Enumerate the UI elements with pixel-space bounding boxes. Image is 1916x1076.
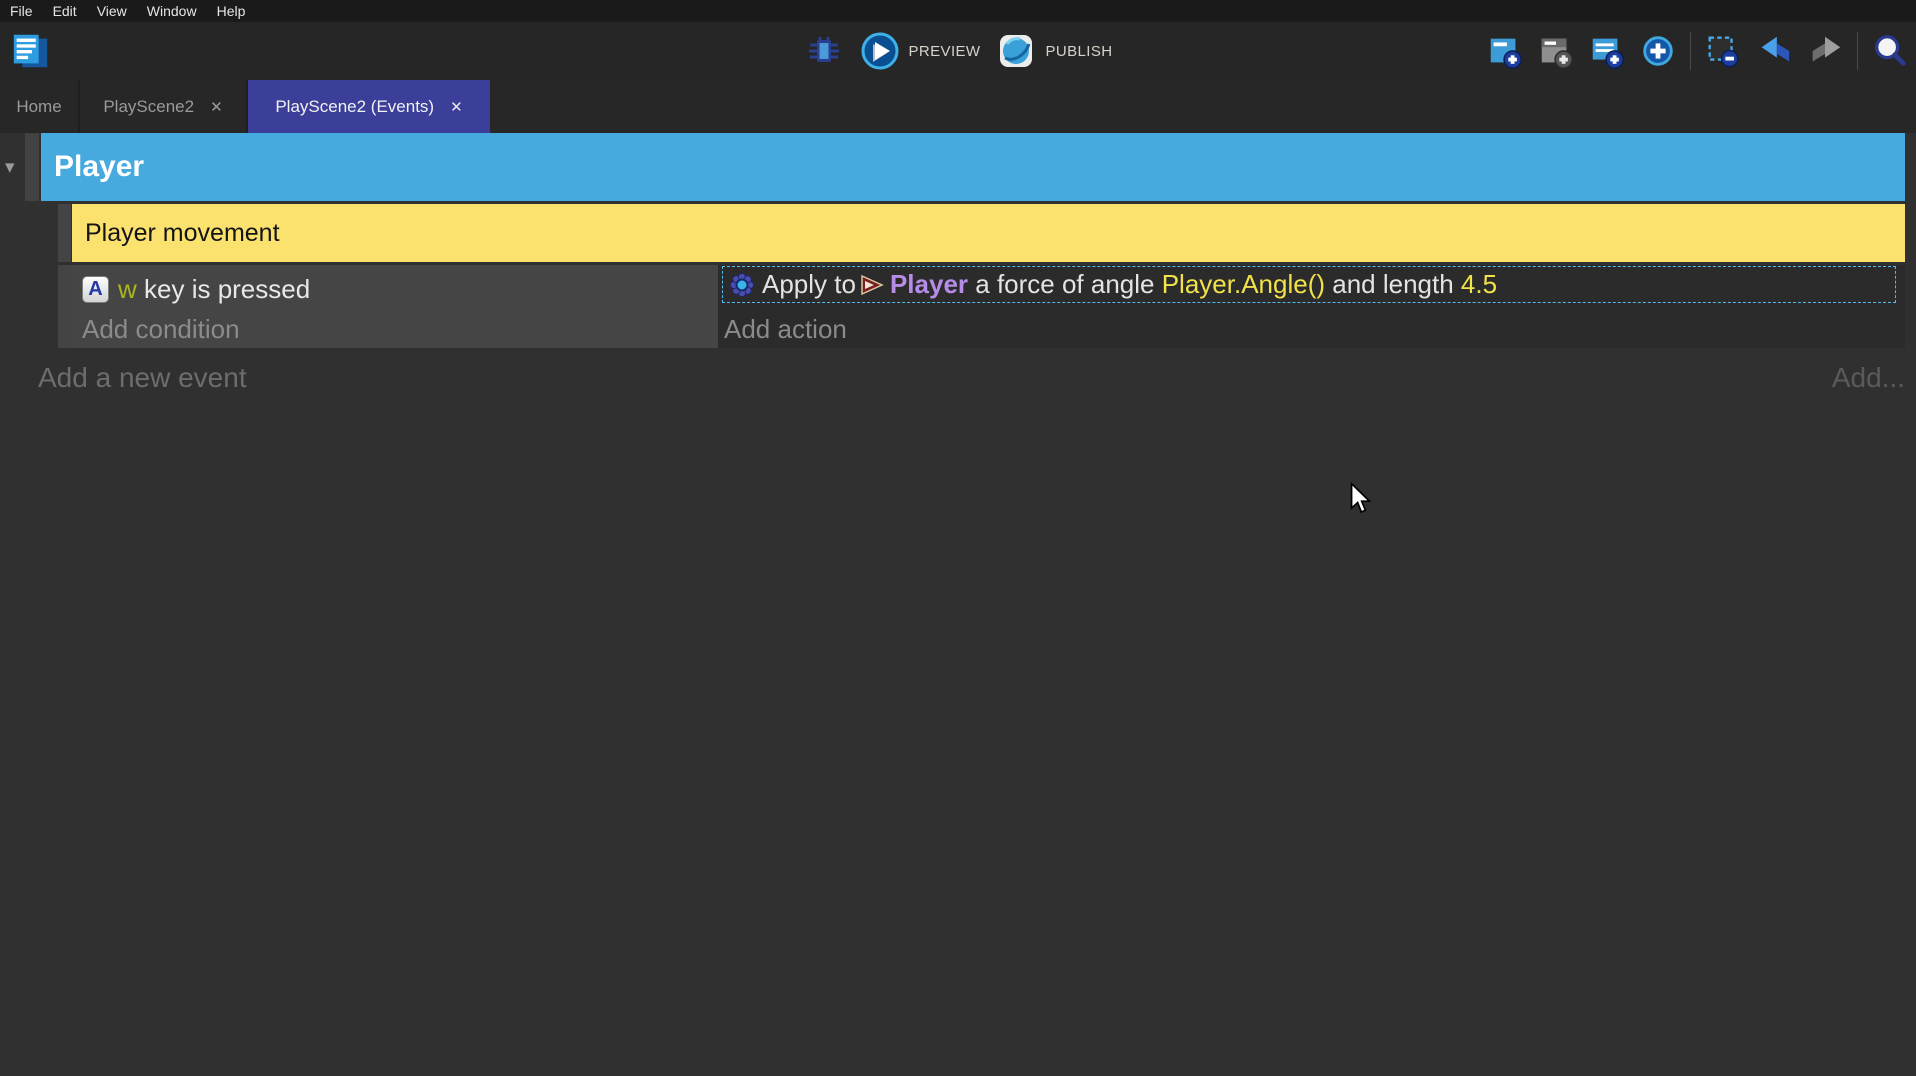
preview-button[interactable]: PREVIEW: [860, 27, 981, 75]
toolbar: PREVIEW PUBLISH: [0, 22, 1916, 80]
add-comment-icon: [1588, 32, 1626, 70]
selection-minus-icon: [1704, 32, 1742, 70]
add-more-button[interactable]: Add...: [1832, 362, 1905, 394]
add-condition-button[interactable]: Add condition: [82, 314, 240, 345]
tab-bar: Home PlayScene2 ✕ PlayScene2 (Events) ✕: [0, 80, 1916, 133]
menubar: File Edit View Window Help: [0, 0, 1916, 22]
preview-label: PREVIEW: [909, 43, 981, 60]
project-manager-icon: [10, 30, 52, 72]
collapse-group-icon[interactable]: ▾: [5, 156, 15, 179]
condition-text: w key is pressed: [118, 274, 310, 305]
tab-playscene2-events[interactable]: PlayScene2 (Events) ✕: [248, 80, 490, 133]
add-action-button[interactable]: Add action: [724, 314, 847, 345]
tab-label: PlayScene2: [103, 97, 194, 117]
action-text: Apply toPlayer a force of angle Player.A…: [762, 269, 1497, 300]
add-circle-icon: [1639, 32, 1677, 70]
conditions-column: A w key is pressed Add condition: [70, 265, 718, 348]
add-subevent-icon: [1537, 32, 1575, 70]
add-comment-button[interactable]: [1585, 27, 1629, 75]
menu-window[interactable]: Window: [147, 0, 197, 22]
undo-icon: [1755, 32, 1793, 70]
comment-block[interactable]: Player movement: [72, 204, 1905, 262]
player-object-icon: [860, 274, 884, 296]
search-button[interactable]: [1868, 27, 1912, 75]
action-expression: Player.Angle(): [1162, 269, 1325, 300]
menu-file[interactable]: File: [10, 0, 33, 22]
condition-row[interactable]: A w key is pressed: [82, 272, 310, 306]
mouse-cursor: [1348, 482, 1372, 514]
menu-view[interactable]: View: [97, 0, 127, 22]
redo-button[interactable]: [1803, 27, 1847, 75]
close-icon[interactable]: ✕: [450, 98, 463, 116]
add-subevent-button[interactable]: [1534, 27, 1578, 75]
tab-playscene2[interactable]: PlayScene2 ✕: [80, 80, 248, 133]
project-manager-button[interactable]: [10, 27, 52, 75]
event-drag-handle[interactable]: [58, 265, 70, 348]
close-icon[interactable]: ✕: [210, 98, 223, 116]
search-icon: [1871, 32, 1909, 70]
add-event-icon: [1486, 32, 1524, 70]
group-drag-handle[interactable]: [25, 133, 39, 201]
add-event-button[interactable]: [1483, 27, 1527, 75]
undo-button[interactable]: [1752, 27, 1796, 75]
debug-icon: [804, 31, 844, 71]
force-icon: [729, 272, 755, 298]
comment-drag-handle[interactable]: [58, 204, 71, 262]
condition-key-value: w: [118, 274, 137, 304]
debugger-button[interactable]: [804, 27, 844, 75]
publish-label: PUBLISH: [1045, 43, 1112, 60]
add-new-event-button[interactable]: Add a new event: [38, 362, 247, 394]
event-group-header[interactable]: Player: [41, 133, 1905, 201]
redo-icon: [1806, 32, 1844, 70]
group-title: Player: [54, 150, 144, 184]
publish-icon: [996, 31, 1036, 71]
remove-selection-button[interactable]: [1701, 27, 1745, 75]
keyboard-key-icon: A: [82, 276, 109, 303]
publish-button[interactable]: PUBLISH: [996, 27, 1112, 75]
action-value: 4.5: [1461, 269, 1497, 300]
tab-label: Home: [16, 97, 61, 117]
toolbar-separator: [1690, 32, 1691, 70]
add-new-button[interactable]: [1636, 27, 1680, 75]
actions-column: Apply toPlayer a force of angle Player.A…: [718, 265, 1905, 348]
toolbar-separator: [1857, 32, 1858, 70]
tab-home[interactable]: Home: [0, 80, 80, 133]
comment-text: Player movement: [85, 219, 280, 248]
action-row-selected[interactable]: Apply toPlayer a force of angle Player.A…: [722, 266, 1896, 303]
menu-help[interactable]: Help: [217, 0, 246, 22]
action-object-name: Player: [890, 269, 968, 300]
menu-edit[interactable]: Edit: [53, 0, 77, 22]
tab-label: PlayScene2 (Events): [275, 97, 434, 117]
play-icon: [860, 31, 900, 71]
